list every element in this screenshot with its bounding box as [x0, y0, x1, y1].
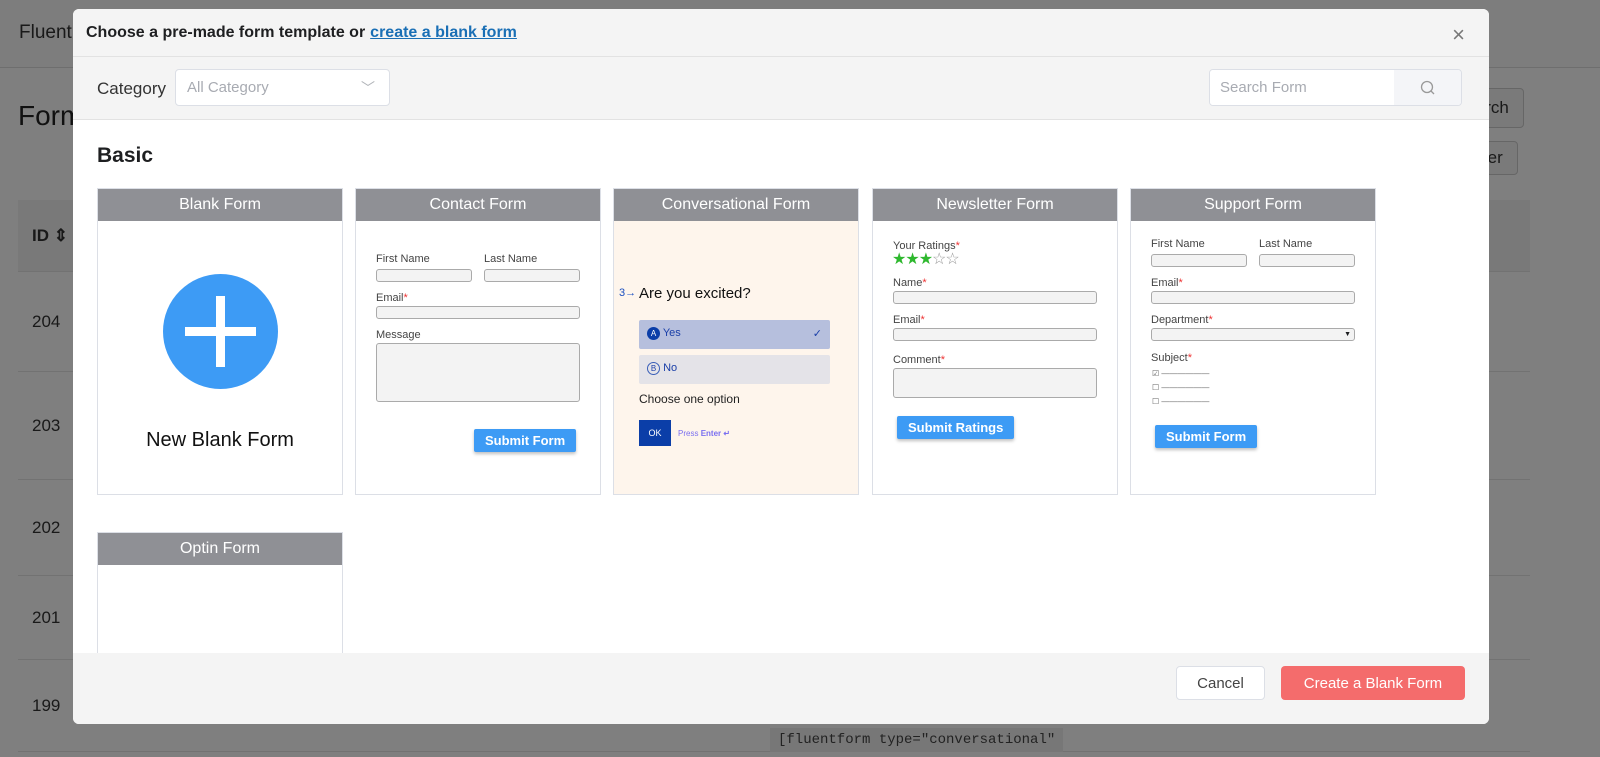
search-icon[interactable]	[1394, 70, 1461, 105]
submit-preview: Submit Form	[474, 429, 577, 452]
field	[376, 343, 580, 402]
template-card-contact[interactable]: Contact Form First Name Last Name Email*…	[355, 188, 601, 495]
template-card-support[interactable]: Support Form First Name Last Name Email*…	[1130, 188, 1376, 495]
field-label: Name*	[893, 277, 927, 289]
modal-footer: Cancel Create a Blank Form	[73, 653, 1489, 724]
field-label: Last Name	[1259, 238, 1313, 250]
field	[376, 269, 472, 282]
rating-stars: ★★★☆☆	[892, 251, 960, 268]
cancel-button[interactable]: Cancel	[1176, 666, 1265, 700]
field	[1151, 254, 1247, 267]
field	[893, 291, 1097, 304]
card-title: Blank Form	[98, 189, 342, 221]
create-blank-link[interactable]: create a blank form	[370, 24, 517, 42]
template-card-conversational[interactable]: Conversational Form 3→ Are you excited? …	[613, 188, 859, 495]
check-icon: ✓	[812, 328, 822, 340]
card-title: Optin Form	[98, 533, 342, 565]
field	[376, 306, 580, 319]
template-card-optin[interactable]: Optin Form	[97, 532, 343, 653]
field	[1151, 291, 1355, 304]
field-label: Department*	[1151, 314, 1213, 326]
field-label: Last Name	[484, 253, 538, 265]
star-empty-icon: ☆	[932, 251, 946, 268]
card-title: Contact Form	[356, 189, 600, 221]
category-select[interactable]: All Category ﹀	[175, 69, 390, 106]
chevron-down-icon: ﹀	[361, 80, 375, 96]
field-label: First Name	[1151, 238, 1205, 250]
create-blank-form-button[interactable]: Create a Blank Form	[1281, 666, 1465, 700]
option-no: B No	[639, 355, 830, 384]
search-input[interactable]	[1210, 70, 1395, 105]
field-label: Message	[376, 329, 421, 341]
ok-preview: OK	[639, 420, 671, 446]
card-label: New Blank Form	[146, 429, 294, 451]
modal-body: Basic Blank Form New Blank Form Contact …	[73, 120, 1489, 653]
search-box	[1209, 69, 1462, 106]
question-number: 3→	[619, 287, 637, 299]
card-title: Support Form	[1131, 189, 1375, 221]
field	[893, 368, 1097, 398]
star-filled-icon: ★	[892, 251, 906, 268]
field	[484, 269, 580, 282]
star-empty-icon: ☆	[945, 251, 959, 268]
field-label: Comment*	[893, 354, 945, 366]
submit-preview: Submit Form	[1155, 425, 1258, 448]
star-filled-icon: ★	[905, 251, 919, 268]
star-filled-icon: ★	[918, 251, 933, 268]
card-title: Newsletter Form	[873, 189, 1117, 221]
option-yes: A Yes ✓	[639, 320, 830, 349]
template-card-newsletter[interactable]: Newsletter Form Your Ratings* ★★★☆☆ Name…	[872, 188, 1118, 495]
template-card-blank[interactable]: Blank Form New Blank Form	[97, 188, 343, 495]
department-select: ▼	[1151, 328, 1355, 341]
section-title: Basic	[97, 144, 154, 167]
template-modal: Choose a pre-made form template or creat…	[73, 9, 1489, 724]
card-title: Conversational Form	[614, 189, 858, 221]
hint: Choose one option	[639, 392, 740, 406]
submit-preview: Submit Ratings	[897, 416, 1015, 439]
question: Are you excited?	[639, 285, 751, 302]
modal-title: Choose a pre-made form template or	[86, 23, 366, 41]
plus-icon	[163, 274, 278, 389]
category-label: Category	[97, 79, 166, 98]
modal-header: Choose a pre-made form template or creat…	[73, 9, 1489, 57]
field-label: Subject*	[1151, 352, 1192, 364]
field-label: Email*	[893, 314, 925, 326]
field-label: Email*	[1151, 277, 1183, 289]
close-icon[interactable]: ×	[1452, 22, 1465, 48]
field-label: First Name	[376, 253, 430, 265]
checkbox-list: ☑ —————— ☐ —————— ☐ ——————	[1152, 369, 1210, 406]
field-label: Email*	[376, 292, 408, 304]
field	[893, 328, 1097, 341]
press-enter: Press Enter ↵	[678, 429, 731, 438]
field	[1259, 254, 1355, 267]
filter-bar: Category All Category ﹀	[73, 57, 1489, 120]
